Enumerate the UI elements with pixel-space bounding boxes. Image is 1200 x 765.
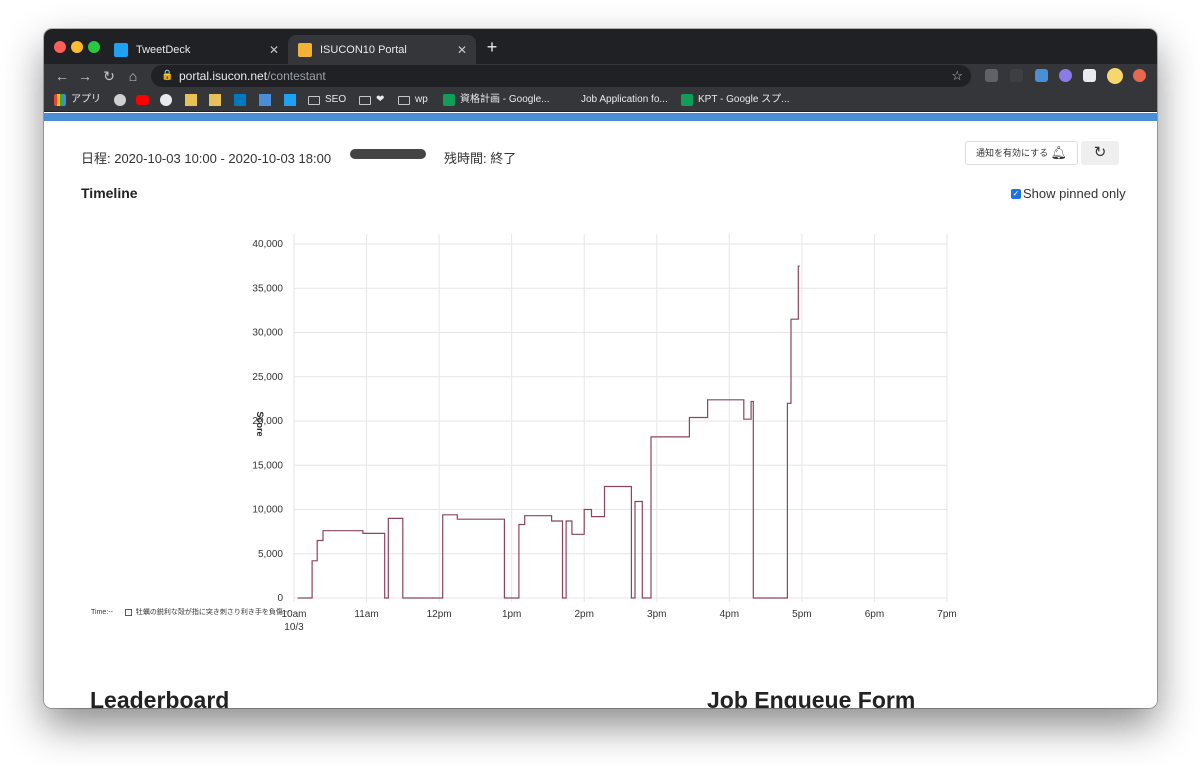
- forward-icon[interactable]: →: [77, 67, 93, 85]
- portal-page: 日程: 2020-10-03 10:00 - 2020-10-03 18:00 …: [44, 121, 1157, 708]
- y-axis-label: Score: [255, 411, 265, 436]
- url-host: portal.isucon.net: [179, 69, 268, 83]
- tab-strip: TweetDeck ✕ ISUCON10 Portal ✕ +: [44, 29, 1157, 64]
- folder-icon: [308, 95, 320, 105]
- portal-header-bar: [44, 113, 1157, 121]
- bookmark-kpt[interactable]: KPT - Google スプ...: [681, 88, 790, 112]
- x-tick-label: 4pm: [720, 609, 739, 620]
- folder-icon: [398, 95, 410, 105]
- x-axis-ticks: 10am 11am 12pm 1pm 2pm 3pm 4pm 5pm 6pm 7pm10/3: [281, 609, 956, 633]
- y-tick-label: 0: [277, 593, 283, 604]
- bookmarks-bar: アプリ SEO ❤ wp 資格計画 - Google... Job Applic…: [44, 88, 1157, 112]
- extension-icon[interactable]: [1059, 69, 1072, 82]
- legend-time: Time:--: [91, 608, 113, 616]
- update-icon[interactable]: [1133, 69, 1146, 82]
- leaderboard-title: Leaderboard: [90, 687, 230, 708]
- tab-tweetdeck[interactable]: TweetDeck ✕: [104, 35, 288, 64]
- lock-icon: 🔒: [161, 70, 174, 81]
- trello-icon[interactable]: [234, 94, 246, 106]
- back-icon[interactable]: ←: [54, 67, 70, 85]
- score-series-line: [297, 265, 800, 599]
- bookmark-icon[interactable]: [209, 94, 221, 106]
- tab-title: ISUCON10 Portal: [320, 43, 407, 56]
- bookmark-folder-heart[interactable]: ❤: [359, 88, 384, 112]
- chart-grid: [293, 234, 948, 602]
- bookmark-icon[interactable]: [114, 94, 126, 106]
- bookmark-label: Job Application fo...: [581, 94, 668, 105]
- y-tick-label: 25,000: [252, 372, 283, 383]
- bookmark-label: 資格計画 - Google...: [460, 94, 550, 105]
- y-tick-label: 30,000: [252, 328, 283, 339]
- bookmark-icon[interactable]: [259, 94, 271, 106]
- bookmark-label: アプリ: [71, 94, 101, 105]
- x-tick-label: 11am: [354, 609, 378, 620]
- x-tick-label: 5pm: [792, 609, 811, 620]
- x-tick-label: 2pm: [574, 609, 593, 620]
- y-tick-label: 5,000: [258, 549, 283, 560]
- window-close-button[interactable]: [54, 41, 66, 53]
- timeline-chart: 40,00035,00030,00025,00020,00015,00010,0…: [252, 234, 957, 633]
- bookmark-label: KPT - Google スプ...: [698, 94, 790, 105]
- browser-toolbar: ← → ↻ ⌂ 🔒 portal.isucon.net/contestant ☆: [44, 64, 1157, 88]
- sheets-icon: [443, 94, 455, 106]
- x-tick-date-label: 10/3: [284, 622, 304, 633]
- isucon-favicon-icon: [298, 42, 312, 57]
- apps-grid-icon: [54, 94, 66, 106]
- window-minimize-button[interactable]: [71, 41, 83, 53]
- folder-icon: [359, 95, 371, 105]
- bookmark-label: wp: [415, 94, 428, 105]
- address-bar[interactable]: 🔒 portal.isucon.net/contestant ☆: [151, 65, 971, 87]
- job-enqueue-title: Job Enqueue Form: [707, 687, 916, 708]
- tab-close-icon[interactable]: ✕: [454, 43, 470, 57]
- x-tick-label: 3pm: [647, 609, 666, 620]
- puzzle-icon[interactable]: [1083, 69, 1096, 82]
- tab-title: TweetDeck: [136, 43, 191, 56]
- bookmark-label: SEO: [325, 94, 347, 105]
- bookmark-folder-wp[interactable]: wp: [398, 88, 428, 112]
- bookmark-icon[interactable]: [185, 94, 197, 106]
- bookmark-job-application[interactable]: Job Application fo...: [581, 88, 668, 112]
- bookmark-folder-seo[interactable]: SEO: [308, 88, 346, 112]
- tab-isucon-portal[interactable]: ISUCON10 Portal ✕: [288, 35, 476, 64]
- browser-window: TweetDeck ✕ ISUCON10 Portal ✕ + ← → ↻ ⌂ …: [44, 29, 1157, 708]
- bookmark-sheet-plan[interactable]: 資格計画 - Google...: [443, 88, 549, 112]
- avatar[interactable]: [1107, 68, 1123, 84]
- x-tick-label: 7pm: [937, 609, 956, 620]
- github-icon[interactable]: [160, 94, 172, 106]
- youtube-icon[interactable]: [136, 95, 149, 105]
- bookmark-star-icon[interactable]: ☆: [951, 65, 963, 87]
- home-icon[interactable]: ⌂: [125, 67, 141, 85]
- y-tick-label: 15,000: [252, 460, 283, 471]
- extension-icon[interactable]: [985, 69, 998, 82]
- new-tab-button[interactable]: +: [482, 37, 502, 58]
- sheets-icon: [681, 94, 693, 106]
- window-zoom-button[interactable]: [88, 41, 100, 53]
- y-tick-label: 35,000: [252, 283, 283, 294]
- x-tick-label: 6pm: [865, 609, 884, 620]
- x-tick-label: 1pm: [502, 609, 521, 620]
- heart-icon: ❤: [376, 94, 385, 105]
- reload-icon[interactable]: ↻: [101, 67, 117, 85]
- extension-icon[interactable]: [1035, 69, 1048, 82]
- bookmark-apps[interactable]: アプリ: [54, 88, 101, 112]
- twitter-icon[interactable]: [284, 94, 296, 106]
- tab-close-icon[interactable]: ✕: [266, 43, 282, 57]
- extension-icon[interactable]: [1010, 69, 1023, 82]
- twitter-icon: [114, 42, 128, 57]
- y-tick-label: 10,000: [252, 505, 283, 516]
- chart-legend: Time:-- 牡蠣の鋭利な殻が指に突き刺さり利き手を負傷:--: [91, 607, 290, 617]
- y-tick-label: 40,000: [252, 239, 283, 250]
- legend-series: 牡蠣の鋭利な殻が指に突き刺さり利き手を負傷:--: [135, 609, 290, 616]
- legend-swatch: [124, 608, 132, 616]
- x-tick-label: 12pm: [427, 609, 452, 620]
- url-path: /contestant: [267, 69, 326, 83]
